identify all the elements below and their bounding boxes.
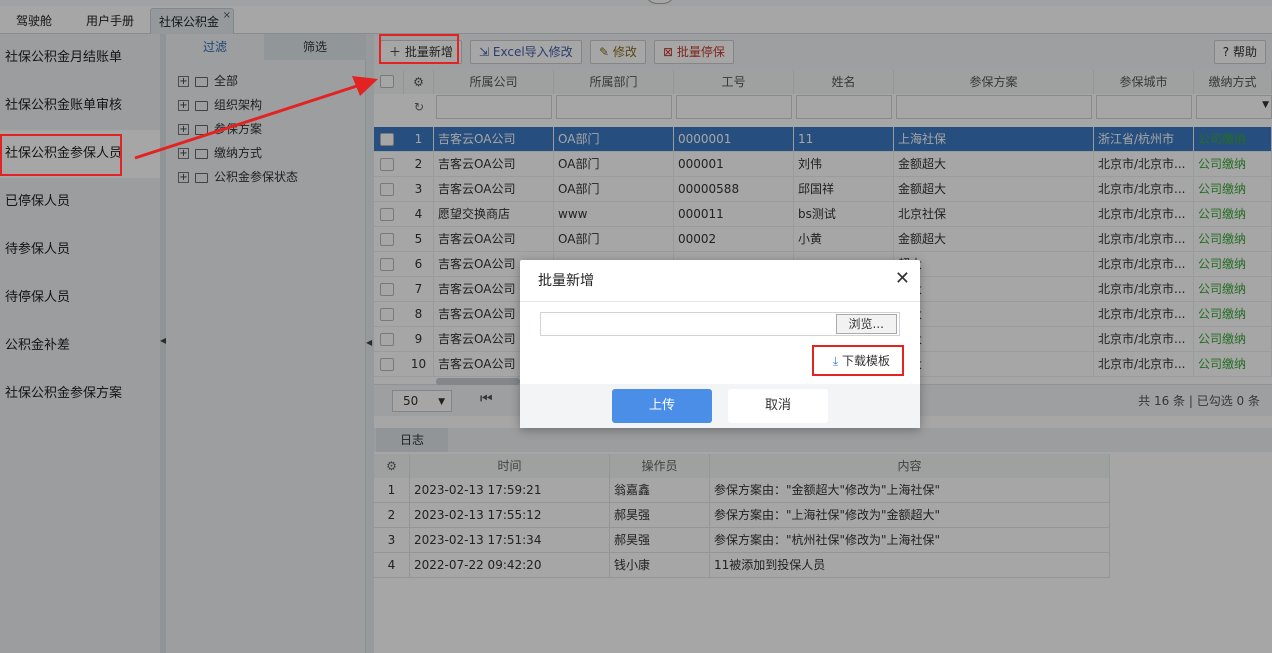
annotation-arrow <box>134 76 378 160</box>
